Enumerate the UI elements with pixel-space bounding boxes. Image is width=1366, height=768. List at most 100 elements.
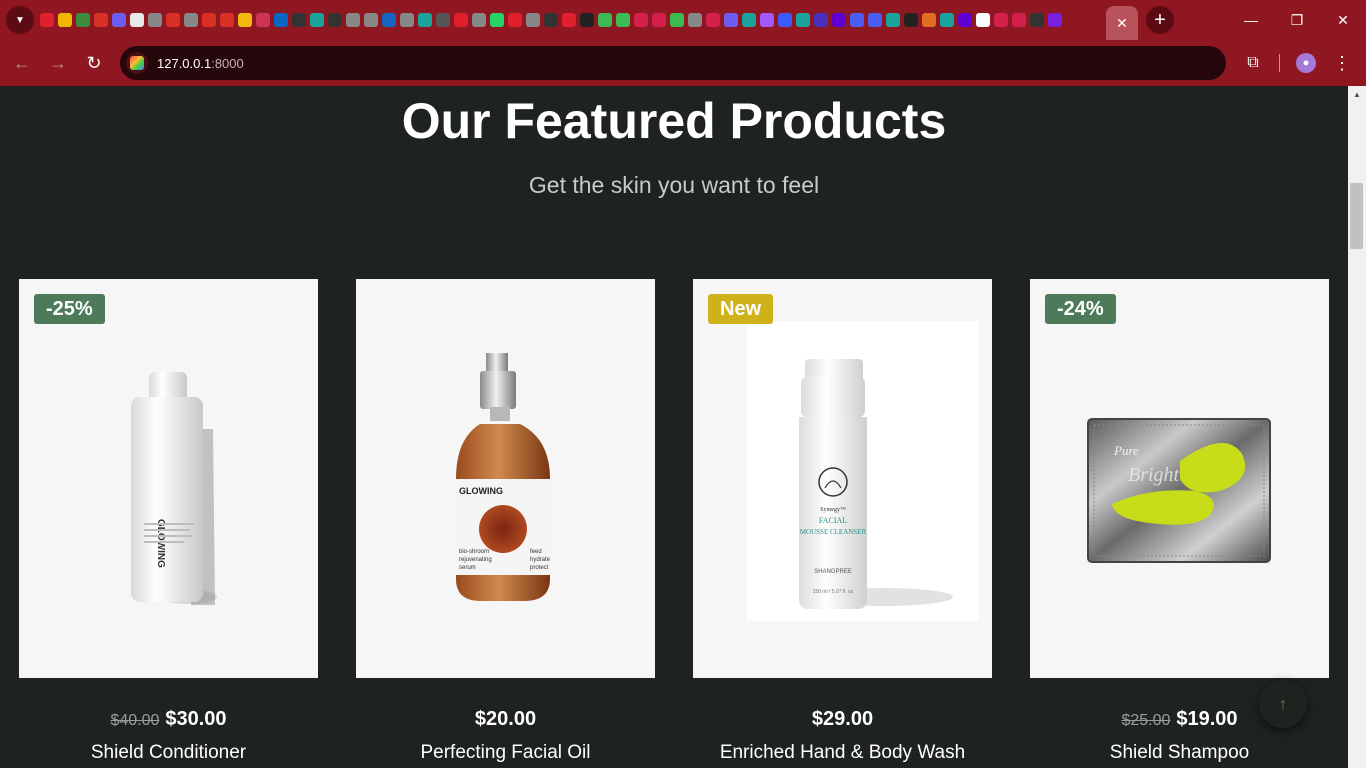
pinned-tab-favicon-icon[interactable] <box>922 13 936 27</box>
pinned-tab-favicon-icon[interactable] <box>562 13 576 27</box>
product-card[interactable]: -25% GLOWING $40.00 $30.00 Shield Condit… <box>19 279 318 764</box>
pinned-tab-favicon-icon[interactable] <box>400 13 414 27</box>
scroll-up-arrow-icon[interactable]: ▲ <box>1348 86 1366 102</box>
active-tab[interactable]: ✕ <box>1106 6 1138 40</box>
product-card[interactable]: GLOWING bio-shroom rejuvenating serum fe… <box>356 279 655 764</box>
pinned-tab-favicon-icon[interactable] <box>742 13 756 27</box>
pinned-tab-favicon-icon[interactable] <box>346 13 360 27</box>
pinned-tab-favicon-icon[interactable] <box>724 13 738 27</box>
pinned-tab-favicon-icon[interactable] <box>796 13 810 27</box>
pinned-tab-favicon-icon[interactable] <box>832 13 846 27</box>
pinned-tab-favicon-icon[interactable] <box>706 13 720 27</box>
address-bar[interactable]: 127.0.0.1:8000 <box>120 46 1226 80</box>
pinned-tab-favicon-icon[interactable] <box>670 13 684 27</box>
discount-badge: -25% <box>34 294 105 324</box>
pinned-tab-favicon-icon[interactable] <box>148 13 162 27</box>
pinned-tab-favicon-icon[interactable] <box>256 13 270 27</box>
pinned-tab-favicon-icon[interactable] <box>544 13 558 27</box>
pinned-tab-favicon-icon[interactable] <box>382 13 396 27</box>
pinned-tab-favicon-icon[interactable] <box>418 13 432 27</box>
price-row: $20.00 <box>356 708 655 732</box>
pinned-tab-favicon-icon[interactable] <box>598 13 612 27</box>
pinned-tab-favicon-icon[interactable] <box>436 13 450 27</box>
close-icon[interactable]: ✕ <box>1116 15 1128 32</box>
pinned-tab-favicon-icon[interactable] <box>580 13 594 27</box>
product-name[interactable]: Shield Shampoo <box>1030 742 1329 764</box>
pinned-tab-favicon-icon[interactable] <box>508 13 522 27</box>
tab-search-button[interactable]: ▼ <box>6 6 34 34</box>
pinned-tab-favicon-icon[interactable] <box>868 13 882 27</box>
pinned-tab-favicon-icon[interactable] <box>652 13 666 27</box>
product-name[interactable]: Enriched Hand & Body Wash <box>693 742 992 764</box>
new-badge: New <box>708 294 774 324</box>
pinned-tab-favicon-icon[interactable] <box>364 13 378 27</box>
pinned-tab-favicon-icon[interactable] <box>526 13 540 27</box>
patch-pure-text: Pure <box>1113 443 1139 458</box>
pinned-tab-favicon-icon[interactable] <box>814 13 828 27</box>
pinned-tab-favicon-icon[interactable] <box>238 13 252 27</box>
tab-strip: ▼ ✕ + — ❐ ✕ <box>0 0 1366 40</box>
reload-button[interactable]: ↻ <box>76 45 112 81</box>
scrollbar-thumb[interactable] <box>1350 183 1363 249</box>
pinned-tab-favicon-icon[interactable] <box>166 13 180 27</box>
pinned-tab-favicon-icon[interactable] <box>292 13 306 27</box>
current-price: $20.00 <box>474 708 537 730</box>
product-card[interactable]: New Synergy™ FACIAL MOUSSE CLEANSER SHAN… <box>693 279 992 764</box>
pinned-tab-favicon-icon[interactable] <box>76 13 90 27</box>
pinned-tab-favicon-icon[interactable] <box>454 13 468 27</box>
pinned-tab-favicon-icon[interactable] <box>112 13 126 27</box>
back-to-top-button[interactable]: ↑ <box>1259 680 1307 728</box>
product-name[interactable]: Shield Conditioner <box>19 742 318 764</box>
serum-side3-text: protect <box>530 565 549 571</box>
pinned-tab-favicon-icon[interactable] <box>130 13 144 27</box>
product-image-frame[interactable]: New Synergy™ FACIAL MOUSSE CLEANSER SHAN… <box>693 279 992 678</box>
minimize-button[interactable]: — <box>1228 0 1274 40</box>
product-name[interactable]: Perfecting Facial Oil <box>356 742 655 764</box>
pinned-tab-favicon-icon[interactable] <box>688 13 702 27</box>
pinned-tab-favicon-icon[interactable] <box>1030 13 1044 27</box>
site-info-icon[interactable] <box>126 52 148 74</box>
profile-avatar[interactable]: ● <box>1296 53 1316 73</box>
chevron-down-icon: ▼ <box>15 14 25 26</box>
url-text[interactable]: 127.0.0.1:8000 <box>157 56 244 71</box>
pinned-tab-favicon-icon[interactable] <box>634 13 648 27</box>
current-price: $30.00 <box>165 708 227 730</box>
pinned-tab-favicon-icon[interactable] <box>778 13 792 27</box>
pinned-tab-favicon-icon[interactable] <box>1012 13 1026 27</box>
pinned-tab-favicon-icon[interactable] <box>274 13 288 27</box>
pinned-tab-favicon-icon[interactable] <box>328 13 342 27</box>
pinned-tab-favicon-icon[interactable] <box>220 13 234 27</box>
pinned-tab-favicon-icon[interactable] <box>490 13 504 27</box>
pinned-tab-favicon-icon[interactable] <box>58 13 72 27</box>
restore-button[interactable]: ❐ <box>1274 0 1320 40</box>
pinned-tab-favicon-icon[interactable] <box>472 13 486 27</box>
pinned-tab-favicon-icon[interactable] <box>850 13 864 27</box>
close-window-button[interactable]: ✕ <box>1320 0 1366 40</box>
current-price: $19.00 <box>1176 708 1238 730</box>
pinned-tab-favicon-icon[interactable] <box>886 13 900 27</box>
pinned-tab-favicon-icon[interactable] <box>310 13 324 27</box>
pinned-tab-favicon-icon[interactable] <box>760 13 774 27</box>
product-image-frame[interactable]: GLOWING bio-shroom rejuvenating serum fe… <box>356 279 655 678</box>
pinned-tab-favicon-icon[interactable] <box>94 13 108 27</box>
pinned-tab-favicon-icon[interactable] <box>958 13 972 27</box>
pinned-tab-favicon-icon[interactable] <box>184 13 198 27</box>
pinned-tab-favicon-icon[interactable] <box>904 13 918 27</box>
cleanser-line2-text: MOUSSE CLEANSER <box>800 528 867 536</box>
pinned-tab-favicon-icon[interactable] <box>1048 13 1062 27</box>
pinned-tab-favicon-icon[interactable] <box>40 13 54 27</box>
pinned-tab-favicon-icon[interactable] <box>976 13 990 27</box>
arrow-up-icon: ↑ <box>1278 693 1288 714</box>
pinned-tab-favicon-icon[interactable] <box>940 13 954 27</box>
extensions-button[interactable]: ⧉ <box>1240 45 1266 81</box>
pinned-tab-favicon-icon[interactable] <box>994 13 1008 27</box>
back-button[interactable]: ← <box>4 45 40 81</box>
product-image-frame[interactable]: -24% Pure Bright Eyes <box>1030 279 1329 678</box>
new-tab-button[interactable]: + <box>1146 6 1174 34</box>
forward-button[interactable]: → <box>40 45 76 81</box>
pinned-tab-favicon-icon[interactable] <box>616 13 630 27</box>
pinned-tab-favicon-icon[interactable] <box>202 13 216 27</box>
browser-menu-button[interactable]: ⋮ <box>1330 45 1354 81</box>
product-image-frame[interactable]: -25% GLOWING <box>19 279 318 678</box>
page-scrollbar[interactable]: ▲ <box>1348 86 1366 768</box>
